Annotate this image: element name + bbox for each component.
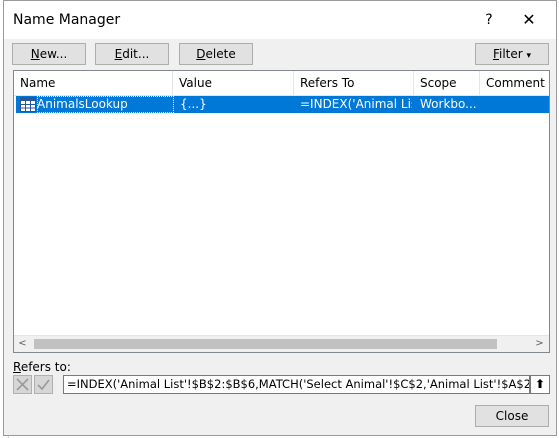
table-row[interactable]: AnimalsLookup {...} =INDEX('Animal Lis..…	[16, 96, 549, 113]
column-header-refers-to[interactable]: Refers To	[294, 71, 414, 95]
column-header-value[interactable]: Value	[173, 71, 294, 95]
scroll-right-icon[interactable]: >	[531, 336, 548, 352]
cell-comment	[486, 96, 546, 113]
filter-label: ilter	[498, 47, 523, 61]
checkmark-glyph	[37, 379, 50, 391]
refers-to-label: Refers to:	[13, 360, 71, 374]
collapse-dialog-icon[interactable]: ⬆	[530, 375, 550, 394]
filter-button[interactable]: Filter ▾	[475, 43, 549, 65]
close-icon[interactable]: ✕	[511, 5, 547, 35]
refers-to-label-text: efers to:	[20, 360, 71, 374]
cancel-icon[interactable]	[13, 375, 32, 394]
column-header-comment[interactable]: Comment	[480, 71, 549, 95]
refers-to-input[interactable]: =INDEX('Animal List'!$B$2:$B$6,MATCH('Se…	[63, 375, 530, 394]
cell-scope: Workbo...	[420, 97, 477, 111]
edit-label: dit...	[122, 47, 150, 61]
close-button[interactable]: Close	[475, 405, 549, 427]
delete-button[interactable]: Delete	[179, 43, 253, 65]
name-manager-dialog: Name Manager ? ✕ New... Edit... Delete F…	[3, 0, 557, 436]
cell-refers-to: =INDEX('Animal Lis...	[300, 97, 412, 111]
cancel-x-glyph	[16, 378, 29, 391]
column-header-name[interactable]: Name	[14, 71, 173, 95]
table-icon	[20, 97, 36, 112]
names-list[interactable]: Name Value Refers To Scope Comment Anima…	[13, 70, 550, 353]
cell-value: {...}	[180, 97, 207, 111]
scroll-left-icon[interactable]: <	[14, 336, 31, 352]
new-label: ew...	[39, 47, 68, 61]
dialog-title: Name Manager	[13, 12, 121, 28]
scrollbar-thumb[interactable]	[34, 339, 497, 349]
column-header-scope[interactable]: Scope	[414, 71, 480, 95]
chevron-down-icon: ▾	[526, 51, 532, 61]
delete-label: elete	[205, 47, 236, 61]
list-header: Name Value Refers To Scope Comment	[14, 71, 549, 96]
confirm-icon[interactable]	[34, 375, 53, 394]
new-accelerator: N	[30, 47, 40, 61]
refers-to-accelerator: R	[13, 360, 21, 374]
edit-button[interactable]: Edit...	[95, 43, 169, 65]
cell-name: AnimalsLookup	[37, 96, 174, 113]
new-button[interactable]: New...	[12, 43, 86, 65]
delete-accelerator: D	[196, 47, 206, 61]
horizontal-scrollbar[interactable]: < >	[14, 335, 549, 352]
title-bar: Name Manager ? ✕	[4, 1, 556, 39]
help-button[interactable]: ?	[471, 5, 507, 35]
